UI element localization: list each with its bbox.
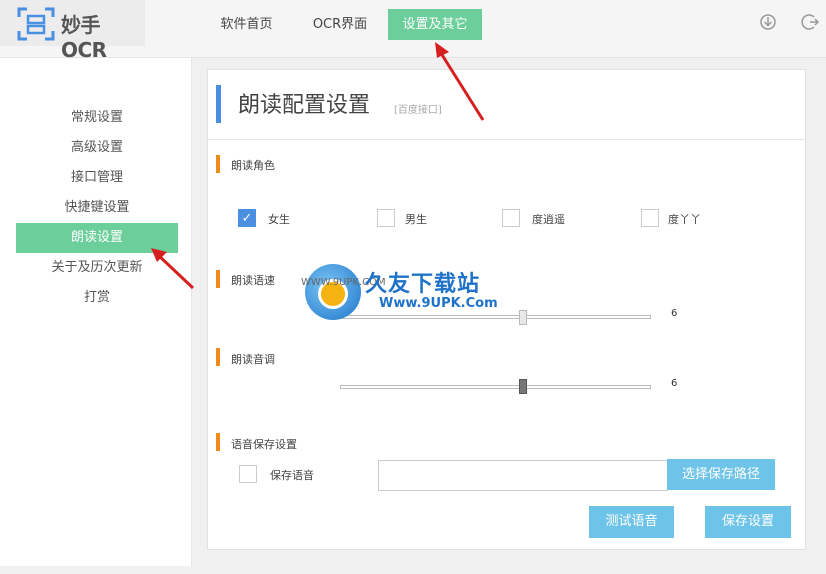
page-title: 朗读配置设置 [238,93,371,118]
nav-home[interactable]: 软件首页 [205,9,288,40]
app-title: 妙手OCR [61,13,107,62]
title-divider [208,139,805,140]
watermark-logo: WWW.9UPK.COM 久友下载站 Www.9UPK.Com [301,262,527,322]
section-marker [216,270,220,288]
section-speed-label: 朗读语速 [231,274,275,287]
save-audio-label: 保存语音 [270,469,314,482]
section-save-label: 语音保存设置 [231,438,297,451]
title-accent-bar [216,85,221,123]
role-duxiaoyao-checkbox[interactable] [502,209,520,227]
role-female-checkbox[interactable]: ✓ [238,209,256,227]
watermark-title: 久友下载站 [365,272,481,297]
page-subtitle: [百度接口] [394,105,442,116]
sidebar-item-hotkeys[interactable]: 快捷键设置 [16,193,178,223]
pitch-value: 6 [671,378,678,389]
save-settings-button[interactable]: 保存设置 [705,506,791,538]
role-duyaya-label: 度丫丫 [668,213,701,226]
download-icon[interactable] [758,12,778,32]
section-pitch-label: 朗读音调 [231,353,275,366]
sidebar-item-reading[interactable]: 朗读设置 [16,223,178,253]
nav-ocr[interactable]: OCR界面 [298,9,382,40]
app-logo: 妙手OCR [0,0,145,62]
save-path-input[interactable] [378,460,668,491]
section-marker [216,348,220,366]
sidebar: 常规设置 高级设置 接口管理 快捷键设置 朗读设置 关于及历次更新 打赏 [0,58,192,566]
role-duyaya-checkbox[interactable] [641,209,659,227]
watermark-globe-icon [305,264,361,320]
role-female-label: 女生 [268,213,290,226]
top-bar: 妙手OCR 软件首页 OCR界面 设置及其它 [0,0,826,62]
section-marker [216,433,220,451]
role-duxiaoyao-label: 度逍遥 [532,213,565,226]
sidebar-item-donate[interactable]: 打赏 [16,283,178,313]
section-marker [216,155,220,173]
speed-value: 6 [671,308,678,319]
sidebar-item-advanced[interactable]: 高级设置 [16,133,178,163]
exit-icon[interactable] [800,12,820,32]
ocr-logo-icon [17,7,55,41]
choose-save-path-button[interactable]: 选择保存路径 [667,459,775,490]
sidebar-item-api[interactable]: 接口管理 [16,163,178,193]
sidebar-item-general[interactable]: 常规设置 [16,103,178,133]
sidebar-item-about[interactable]: 关于及历次更新 [16,253,178,283]
pitch-slider-track[interactable] [340,385,651,389]
pitch-slider-thumb[interactable] [519,379,527,394]
section-role-label: 朗读角色 [231,159,275,172]
save-audio-checkbox[interactable] [239,465,257,483]
nav-settings[interactable]: 设置及其它 [388,9,482,40]
test-voice-button[interactable]: 测试语音 [589,506,674,538]
role-male-checkbox[interactable] [377,209,395,227]
role-male-label: 男生 [405,213,427,226]
watermark-url: Www.9UPK.Com [379,296,498,311]
